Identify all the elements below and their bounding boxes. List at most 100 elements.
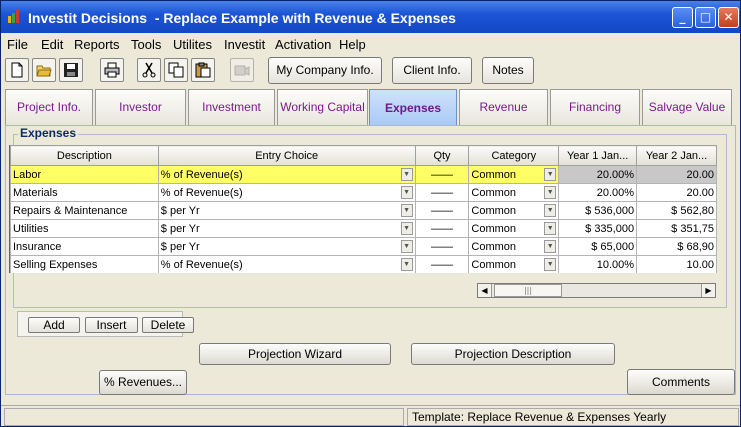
menu-activation[interactable]: Activation [275,37,331,52]
cell-qty[interactable]: —— [414,165,470,184]
menu-reports[interactable]: Reports [74,37,120,52]
cell-qty[interactable]: —— [414,201,470,220]
dropdown-arrow-icon[interactable]: ▼ [400,186,413,199]
cell-category[interactable]: Common ▼ [468,237,560,256]
client-info-button[interactable]: Client Info. [392,57,472,84]
cell-entry-choice[interactable]: % of Revenue(s) ▼ [157,165,416,184]
table-row[interactable]: Labor% of Revenue(s) ▼ —— Common ▼ 20.00% 20.0… [10,165,717,184]
projection-description-button[interactable]: Projection Description [411,343,615,365]
dropdown-arrow-icon[interactable]: ▼ [544,240,557,253]
cell-year-2[interactable]: 20.00 [636,183,717,202]
cell-year-1[interactable]: 20.00% [558,183,638,202]
cell-qty[interactable]: —— [414,219,470,238]
cell-year-2[interactable]: $ 351,75 [636,219,717,238]
dropdown-arrow-icon[interactable]: ▼ [544,168,557,181]
menu-utilites[interactable]: Utilites [173,37,212,52]
cell-year-1[interactable]: $ 335,000 [558,219,638,238]
title-bar[interactable]: Investit Decisions - Replace Example wit… [1,1,740,33]
cell-entry-choice[interactable]: % of Revenue(s) ▼ [157,183,416,202]
delete-row-button[interactable]: Delete [142,317,194,333]
tab-investment[interactable]: Investment [188,89,275,125]
cell-year-1[interactable]: 10.00% [558,255,638,273]
cut-button[interactable] [137,58,161,82]
tab-financing[interactable]: Financing [550,89,640,125]
column-header-year-1[interactable]: Year 1 Jan... [558,145,638,166]
cell-category[interactable]: Common ▼ [468,201,560,220]
dropdown-arrow-icon[interactable]: ▼ [544,222,557,235]
cell-year-1[interactable]: 20.00% [558,165,638,184]
cell-entry-choice[interactable]: $ per Yr ▼ [157,237,416,256]
menu-help[interactable]: Help [339,37,366,52]
cell-year-2[interactable]: 10.00 [636,255,717,273]
my-company-info-button[interactable]: My Company Info. [268,57,382,84]
cell-year-2[interactable]: $ 68,90 [636,237,717,256]
cell-entry-choice[interactable]: % of Revenue(s) ▼ [157,255,416,273]
dropdown-arrow-icon[interactable]: ▼ [400,222,413,235]
dropdown-arrow-icon[interactable]: ▼ [400,168,413,181]
scroll-left-icon[interactable]: ◀ [478,284,492,297]
cell-description[interactable]: Materials [10,183,159,202]
tab-investor[interactable]: Investor [95,89,186,125]
cell-year-2[interactable]: 20.00 [636,165,717,184]
column-header-description[interactable]: Description [10,145,159,166]
table-row[interactable]: Repairs & Maintenance $ per Yr ▼ —— Common ▼ $… [10,201,717,220]
menu-file[interactable]: File [7,37,28,52]
dropdown-arrow-icon[interactable]: ▼ [400,258,413,271]
copy-button[interactable] [164,58,188,82]
cell-description[interactable]: Labor [10,165,159,184]
cell-qty[interactable]: —— [414,237,470,256]
close-button[interactable]: ✕ [718,7,739,28]
pct-revenues-button[interactable]: % Revenues... [99,370,187,395]
tab-expenses[interactable]: Expenses [369,89,457,126]
open-folder-button[interactable] [32,58,56,82]
maximize-button[interactable]: □ [695,7,716,28]
print-button[interactable] [100,58,124,82]
dropdown-arrow-icon[interactable]: ▼ [544,258,557,271]
scroll-right-icon[interactable]: ▶ [701,284,715,297]
new-file-button[interactable] [5,58,29,82]
paste-button[interactable] [191,58,215,82]
tab-project-info[interactable]: Project Info. [5,89,93,125]
cell-description[interactable]: Repairs & Maintenance [10,201,159,220]
dropdown-arrow-icon[interactable]: ▼ [400,204,413,217]
scroll-thumb[interactable]: ||| [494,284,562,297]
table-row[interactable]: Materials% of Revenue(s) ▼ —— Common ▼ 20.00%… [10,183,717,202]
cell-category[interactable]: Common ▼ [468,255,560,273]
cell-entry-choice[interactable]: $ per Yr ▼ [157,219,416,238]
dropdown-arrow-icon[interactable]: ▼ [544,186,557,199]
add-row-button[interactable]: Add [28,317,80,333]
menu-edit[interactable]: Edit [41,37,63,52]
cell-category[interactable]: Common ▼ [468,219,560,238]
insert-row-button[interactable]: Insert [85,317,138,333]
menu-tools[interactable]: Tools [131,37,161,52]
minimize-button[interactable]: _ [672,7,693,28]
cell-year-1[interactable]: $ 536,000 [558,201,638,220]
notes-button[interactable]: Notes [482,57,534,84]
column-header-qty[interactable]: Qty [414,145,470,166]
cell-year-2[interactable]: $ 562,80 [636,201,717,220]
comments-button[interactable]: Comments [627,369,735,395]
cell-description[interactable]: Selling Expenses [10,255,159,273]
cell-category[interactable]: Common ▼ [468,165,560,184]
camera-button[interactable] [230,58,254,82]
menu-investit[interactable]: Investit [224,37,265,52]
tab-salvage-value[interactable]: Salvage Value [642,89,732,125]
dropdown-arrow-icon[interactable]: ▼ [544,204,557,217]
tab-revenue[interactable]: Revenue [459,89,548,125]
cell-year-1[interactable]: $ 65,000 [558,237,638,256]
column-header-entry-choice[interactable]: Entry Choice [157,145,416,166]
column-header-year-2[interactable]: Year 2 Jan... [636,145,717,166]
cell-entry-choice[interactable]: $ per Yr ▼ [157,201,416,220]
table-row[interactable]: Selling Expenses% of Revenue(s) ▼ —— Common… [10,255,717,273]
table-row[interactable]: Utilities $ per Yr ▼ —— Common ▼ $ 335,000 $ 35… [10,219,717,238]
cell-description[interactable]: Insurance [10,237,159,256]
cell-category[interactable]: Common ▼ [468,183,560,202]
cell-qty[interactable]: —— [414,255,470,273]
tab-working-capital[interactable]: Working Capital [277,89,368,125]
cell-qty[interactable]: —— [414,183,470,202]
table-row[interactable]: Insurance $ per Yr ▼ —— Common ▼ $ 65,000 $ 68,… [10,237,717,256]
column-header-category[interactable]: Category [468,145,560,166]
cell-description[interactable]: Utilities [10,219,159,238]
horizontal-scrollbar[interactable]: ◀ ||| ▶ [477,283,716,298]
dropdown-arrow-icon[interactable]: ▼ [400,240,413,253]
